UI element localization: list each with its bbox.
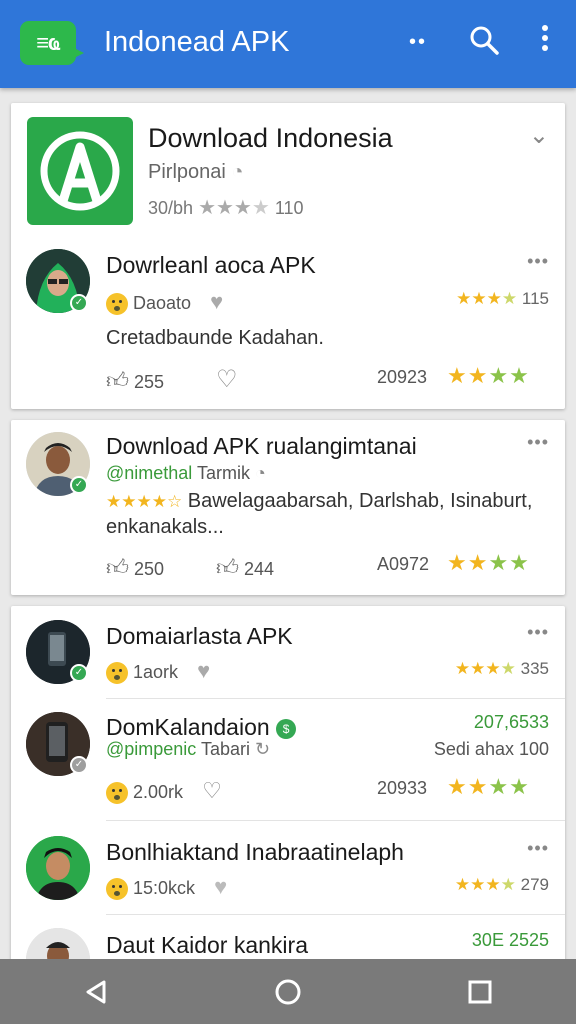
thumbs-up-icon: 👍︎ xyxy=(216,555,239,580)
post-date: 20923 xyxy=(377,367,428,387)
back-icon[interactable] xyxy=(76,972,116,1012)
post-stars: ★★★★ xyxy=(447,550,530,575)
app-bar: ≡ҩ Indonead APK •• xyxy=(0,0,576,88)
list-item-label: Sedi ahax 100 xyxy=(433,739,549,759)
heart-icon: ♥ xyxy=(197,658,211,683)
thumbs-up-icon: 👍︎ xyxy=(106,555,129,580)
featured-card: Download Indonesia Pirlponai ◔ 30/bh ★★★… xyxy=(11,103,565,409)
list-item-meta: 2.00rk ♡ xyxy=(106,778,222,805)
thumbs-up-icon: 👍︎ xyxy=(106,368,129,393)
comment-button[interactable]: 👍︎ 244 xyxy=(216,554,274,581)
list-item-stat: 30E 2525 xyxy=(471,930,549,950)
system-nav-bar xyxy=(0,959,576,1024)
heart-icon: ♥ xyxy=(210,289,224,314)
list-item-meta: 1aork ♥ xyxy=(106,658,211,685)
featured-rating: 30/bh ★★★★ 110 xyxy=(148,197,304,219)
post-title[interactable]: Download APK rualangimtanai xyxy=(106,433,417,460)
list-item-rating: ★★★★ 279 xyxy=(454,875,549,894)
divider xyxy=(106,914,565,915)
post-body-more: enkanakals... xyxy=(106,516,224,538)
badge: ✓ xyxy=(70,756,88,774)
post-stars: ★★★★ xyxy=(447,363,530,388)
verified-badge: ✓ xyxy=(70,294,88,312)
list-item-title[interactable]: Domaiarlasta APK xyxy=(106,623,293,650)
post-body: ★★★★☆ Bawelagaabarsah, Darlshab, Isinabu… xyxy=(106,490,533,512)
verified-icon: $ xyxy=(276,718,297,739)
post-menu-icon[interactable]: ••• xyxy=(527,432,549,453)
list-item-stars: ★★★★ xyxy=(447,774,530,799)
post-meta: Daoato ♥ xyxy=(106,289,224,316)
heart-outline-icon[interactable]: ♡ xyxy=(216,365,238,394)
list-item-menu-icon[interactable]: ••• xyxy=(527,622,549,643)
list-item-author: @pimpenic Tabari ↻ xyxy=(106,739,271,759)
inline-stars: ★★★★☆ xyxy=(106,492,183,511)
list-item-title[interactable]: Bonlhiaktand Inabraatinelaph xyxy=(106,839,404,866)
more-horizontal-icon[interactable]: •• xyxy=(400,24,436,60)
recents-icon[interactable] xyxy=(460,972,500,1012)
more-vert-icon[interactable] xyxy=(528,24,562,60)
heart-outline-icon: ♡ xyxy=(202,778,222,803)
app-logo: ≡ҩ xyxy=(20,21,84,65)
divider xyxy=(106,698,565,699)
emoji-icon xyxy=(106,662,128,685)
post-menu-icon[interactable]: ••• xyxy=(527,251,549,272)
verified-badge: ✓ xyxy=(70,664,88,682)
app-list-card: ✓ Domaiarlasta APK ••• 1aork ♥ ★★★★ 335 … xyxy=(11,606,565,992)
list-item-title[interactable]: DomKalandaion $ xyxy=(106,714,297,741)
home-icon[interactable] xyxy=(268,972,308,1012)
heart-icon: ♥ xyxy=(214,874,228,899)
app-icon[interactable] xyxy=(27,117,133,225)
list-item-menu-icon[interactable]: ••• xyxy=(527,838,549,859)
emoji-icon xyxy=(106,293,128,316)
list-item-stat: 207,6533 xyxy=(473,712,549,732)
like-button[interactable]: 👍︎ 255 xyxy=(106,367,164,394)
emoji-icon xyxy=(106,782,128,805)
post-rating: ★★★★ 115 xyxy=(456,289,549,308)
emoji-icon xyxy=(106,878,128,901)
list-item-meta: 15:0kck ♥ xyxy=(106,874,228,901)
featured-title: Download Indonesia xyxy=(148,123,393,153)
list-item-title[interactable]: Daut Kaidor kankira xyxy=(106,932,308,959)
search-icon[interactable] xyxy=(466,24,502,60)
post-body: Cretadbaunde Kadahan. xyxy=(106,327,324,349)
like-button[interactable]: 👍︎ 250 xyxy=(106,554,164,581)
list-item-rating: ★★★★ 335 xyxy=(454,659,549,678)
app-title: Indonead APK xyxy=(104,26,290,58)
avatar[interactable] xyxy=(26,836,90,900)
verified-badge: ✓ xyxy=(70,476,88,494)
chevron-down-icon[interactable]: ⌄ xyxy=(529,121,549,150)
post-card: ✓ Download APK rualangimtanai ••• @nimet… xyxy=(11,420,565,595)
divider xyxy=(106,820,565,821)
post-date: A0972 xyxy=(377,554,430,574)
post-title[interactable]: Dowrleanl aoca APK xyxy=(106,252,316,279)
featured-subtitle: Pirlponai ◔ xyxy=(148,161,244,183)
post-author: @nimethal Tarmik ◔ xyxy=(106,463,266,483)
list-item-date: 20933 xyxy=(377,778,428,798)
